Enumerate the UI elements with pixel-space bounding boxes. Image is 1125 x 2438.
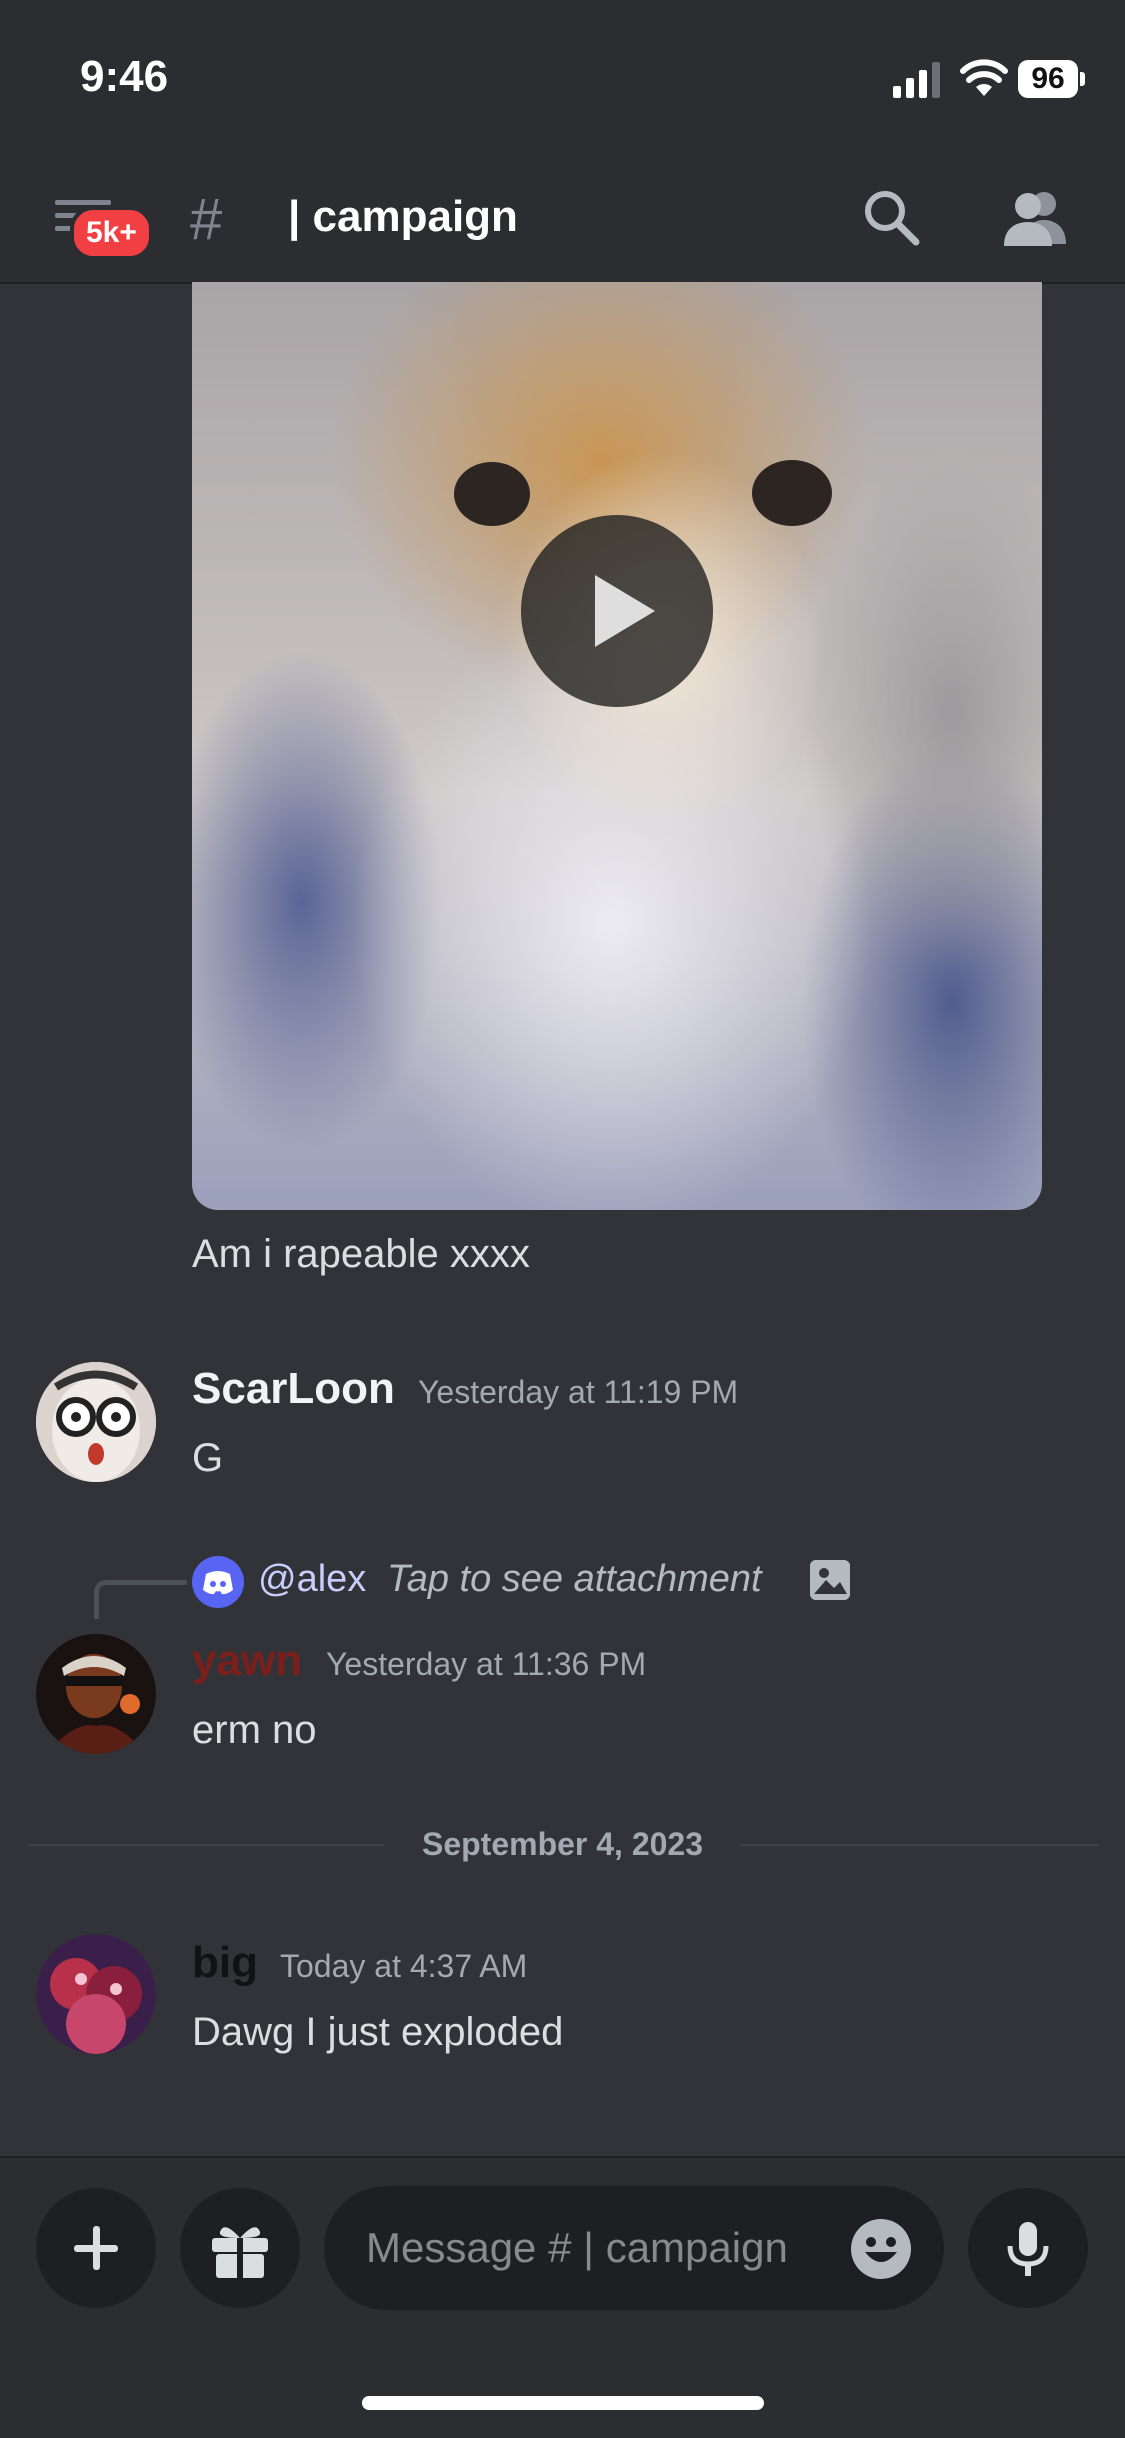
battery-tip (1080, 72, 1085, 86)
avatar[interactable] (36, 1362, 156, 1482)
timestamp: Yesterday at 11:19 PM (418, 1374, 739, 1410)
message-text: G (192, 1436, 224, 1480)
wifi-icon (960, 59, 1008, 96)
video-thumbnail-detail (454, 462, 530, 526)
gift-button[interactable] (180, 2188, 300, 2308)
search-icon[interactable] (862, 188, 920, 246)
avatar[interactable] (36, 1934, 156, 2054)
battery-indicator: 96 (1018, 60, 1078, 98)
channel-title[interactable]: | campaign (288, 192, 518, 242)
discord-logo-icon (203, 1571, 233, 1595)
video-thumbnail-detail (752, 460, 832, 526)
username[interactable]: yawn (192, 1636, 302, 1686)
reply-mention[interactable]: @alex (258, 1558, 366, 1601)
members-icon[interactable] (1000, 188, 1068, 246)
date-divider: September 4, 2023 (421, 1826, 704, 1862)
timestamp: Today at 4:37 AM (280, 1948, 528, 1984)
message-text: erm no (192, 1708, 317, 1752)
username[interactable]: big (192, 1938, 258, 1988)
timestamp: Yesterday at 11:36 PM (326, 1646, 647, 1682)
avatar-scarloon-image (36, 1362, 156, 1482)
reply-avatar (192, 1556, 244, 1608)
avatar-big-image (36, 1934, 156, 2054)
avatar-yawn-image (36, 1634, 156, 1754)
emoji-icon[interactable] (850, 2218, 912, 2280)
image-icon (810, 1560, 850, 1600)
avatar[interactable] (36, 1634, 156, 1754)
channel-header: 5k+ # | campaign (0, 150, 1125, 284)
home-indicator (362, 2396, 764, 2410)
username[interactable]: ScarLoon (192, 1364, 395, 1414)
plus-icon (74, 2226, 118, 2270)
voice-message-button[interactable] (968, 2188, 1088, 2308)
reply-connector (94, 1580, 187, 1619)
message-text: Dawg I just exploded (192, 2010, 564, 2054)
status-bar: 9:46 96 (0, 0, 1125, 150)
cellular-signal-icon (893, 62, 940, 98)
add-attachment-button[interactable] (36, 2188, 156, 2308)
gift-icon (212, 2227, 268, 2278)
message-text: Am i rapeable xxxx (192, 1232, 530, 1276)
status-time: 9:46 (80, 52, 169, 101)
microphone-icon (1007, 2222, 1049, 2276)
reply-attachment-text[interactable]: Tap to see attachment (387, 1558, 762, 1601)
video-attachment[interactable] (192, 282, 1042, 1210)
channel-hash-icon: # (190, 187, 223, 252)
notification-badge: 5k+ (70, 206, 153, 260)
play-icon (595, 575, 655, 647)
